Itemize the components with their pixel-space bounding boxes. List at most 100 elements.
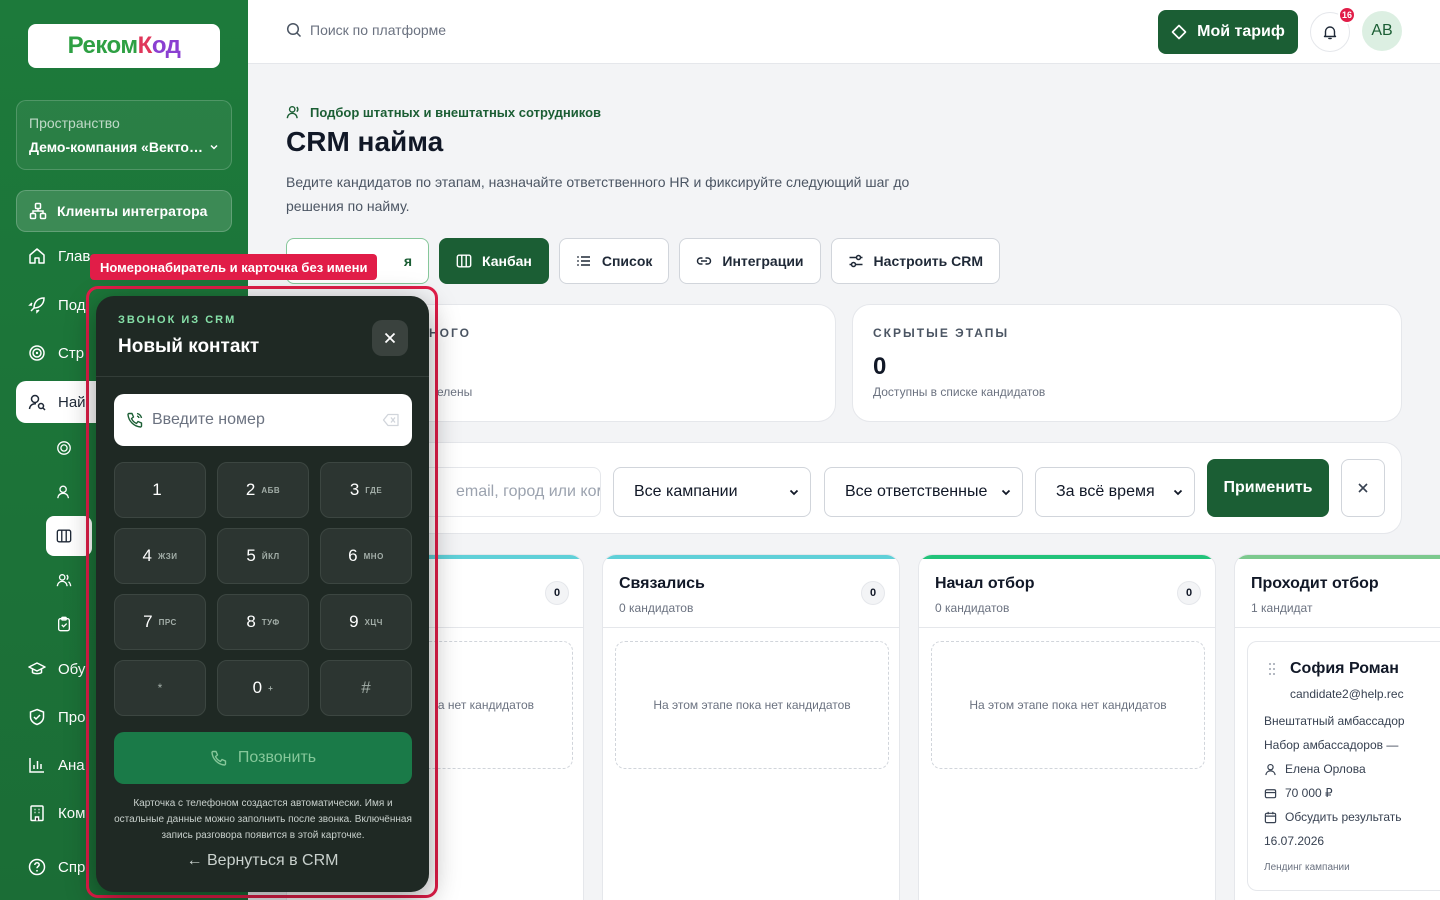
phone-number-placeholder: Введите номер: [152, 411, 265, 428]
tab-kanban-label: Канбан: [482, 253, 532, 269]
candidate-owner: Елена Орлова: [1264, 762, 1366, 776]
phone-icon: [127, 412, 143, 428]
dial-key-1[interactable]: 1: [114, 462, 206, 518]
call-button[interactable]: Позвонить: [114, 732, 412, 784]
dial-key-2[interactable]: 2 АБВ: [217, 462, 309, 518]
users-icon: [56, 574, 72, 587]
dial-key-4[interactable]: 4 ЖЗИ: [114, 528, 206, 584]
drag-handle-icon[interactable]: [1268, 662, 1276, 676]
logo-text-part3: од: [151, 32, 181, 59]
candidate-search-placeholder: email, город или ком: [456, 483, 601, 500]
tab-list-label: Список: [601, 253, 653, 269]
dialer-close-button[interactable]: [372, 320, 408, 356]
period-select[interactable]: За всё время: [1035, 467, 1195, 517]
candidate-owner-name: Елена Орлова: [1285, 762, 1366, 776]
diamond-icon: [1171, 24, 1187, 40]
users-icon: [286, 105, 299, 119]
notifications-badge: 16: [1338, 6, 1356, 24]
nav-item-onboarding-label: Под: [58, 296, 86, 314]
dial-key-digit: 7: [143, 612, 153, 631]
home-icon: [29, 248, 45, 264]
help-circle-icon: [28, 858, 46, 876]
dial-key-digit: 6: [348, 546, 358, 565]
tab-configure-crm[interactable]: Настроить CRM: [830, 238, 1001, 284]
building-icon: [30, 805, 44, 822]
dial-key-6[interactable]: 6 МНО: [320, 528, 412, 584]
candidate-name: София Роман: [1290, 660, 1399, 677]
nav-integrator-clients[interactable]: Клиенты интегратора: [16, 190, 232, 232]
nav-item-strategy-label: Стр: [58, 344, 85, 362]
dial-key-9[interactable]: 9 ХЦЧ: [320, 594, 412, 650]
calendar-icon: [1264, 811, 1277, 823]
dial-key-digit: 8: [246, 612, 256, 631]
dial-key-letters: АБВ: [261, 485, 281, 495]
call-button-label: Позвонить: [237, 749, 317, 766]
candidate-card[interactable]: София Роман candidate2@help.rec Внештатн…: [1247, 641, 1440, 891]
view-tabs: я Канбан Список Интеграции Настроить CRM: [286, 238, 1001, 284]
dial-key-digit: 1: [152, 480, 162, 499]
dial-key-digit: 0: [252, 678, 263, 697]
apply-filters-button[interactable]: Применить: [1207, 459, 1329, 517]
dial-key-star[interactable]: *: [114, 660, 206, 716]
tab-kanban[interactable]: Канбан: [439, 238, 549, 284]
responsible-select-value: Все ответственные: [845, 483, 988, 500]
link-icon: [697, 257, 712, 265]
user-icon: [1265, 763, 1276, 775]
workspace-selector[interactable]: Пространство Демо-компания «Векто…: [16, 100, 232, 170]
avatar[interactable]: AB: [1362, 11, 1402, 51]
column-count: 0 кандидатов: [619, 601, 694, 615]
dialer-caption: ЗВОНОК ИЗ CRM: [118, 314, 237, 326]
period-select-value: За всё время: [1056, 483, 1155, 500]
column-accent-bar: [1235, 555, 1440, 559]
tab-list[interactable]: Список: [558, 238, 670, 284]
responsible-select[interactable]: Все ответственные: [824, 467, 1023, 517]
user-icon: [57, 485, 70, 499]
column-empty-text: На этом этапе пока нет кандидатов: [653, 698, 851, 712]
workspace-name: Демо-компания «Векто…: [29, 139, 203, 155]
dial-key-letters: ХЦЧ: [364, 617, 383, 627]
dial-key-letters: +: [268, 683, 274, 693]
tab-integrations[interactable]: Интеграции: [679, 238, 821, 284]
dialer-note: Карточка с телефоном создастся автоматич…: [114, 798, 412, 841]
dial-key-letters: ТУФ: [261, 617, 280, 627]
dial-key-7[interactable]: 7 ПРС: [114, 594, 206, 650]
search-placeholder: Поиск по платформе: [310, 22, 447, 38]
column-divider: [919, 627, 1215, 628]
dial-key-hash[interactable]: #: [320, 660, 412, 716]
chevron-down-icon: [1001, 489, 1011, 496]
chevron-down-icon: [210, 144, 218, 150]
dial-key-8[interactable]: 8 ТУФ: [217, 594, 309, 650]
my-plan-button[interactable]: Мой тариф: [1158, 10, 1298, 54]
my-plan-label: Мой тариф: [1197, 23, 1285, 40]
dial-key-letters: ПРС: [158, 617, 177, 627]
clear-filters-button[interactable]: [1341, 459, 1385, 517]
backspace-icon[interactable]: [382, 413, 400, 427]
platform-search[interactable]: Поиск по платформе: [286, 22, 446, 38]
column-empty-text: На этом этапе пока нет кандидатов: [969, 698, 1167, 712]
phone-number-input[interactable]: Введите номер: [114, 394, 412, 446]
nav-item-company-label: Ком: [58, 804, 86, 822]
workspace-caption: Пространство: [29, 115, 120, 131]
candidate-campaign: Набор амбассадоров —: [1264, 738, 1399, 752]
back-to-crm-link[interactable]: ← Вернуться в CRM: [96, 852, 429, 870]
campaign-select[interactable]: Все кампании: [613, 467, 811, 517]
dial-key-letters: МНО: [363, 551, 384, 561]
kanban-icon: [56, 529, 72, 543]
column-badge: 0: [861, 581, 885, 605]
logo[interactable]: Реком Код: [28, 24, 220, 68]
workspace-value: Демо-компания «Векто…: [29, 139, 219, 155]
badge-check-icon: [29, 708, 45, 726]
target-icon: [57, 441, 71, 455]
kanban-icon: [456, 254, 472, 268]
dial-key-digit: 3: [349, 480, 360, 499]
dialer-panel: ЗВОНОК ИЗ CRM Новый контакт Введите номе…: [96, 296, 429, 892]
dial-key-5[interactable]: 5 ЙКЛ: [217, 528, 309, 584]
stat-card-hidden-stages: СКРЫТЫЕ ЭТАПЫ 0 Доступны в списке кандид…: [852, 304, 1402, 422]
nav-item-learning-label: Обу: [58, 660, 86, 678]
bar-chart-icon: [29, 758, 44, 773]
dial-key-0[interactable]: 0 +: [217, 660, 309, 716]
dial-key-3[interactable]: 3 ГДЕ: [320, 462, 412, 518]
close-icon: [384, 332, 396, 344]
candidate-email: candidate2@help.rec: [1290, 687, 1404, 701]
nav-item-home-label: Глав: [58, 247, 91, 265]
